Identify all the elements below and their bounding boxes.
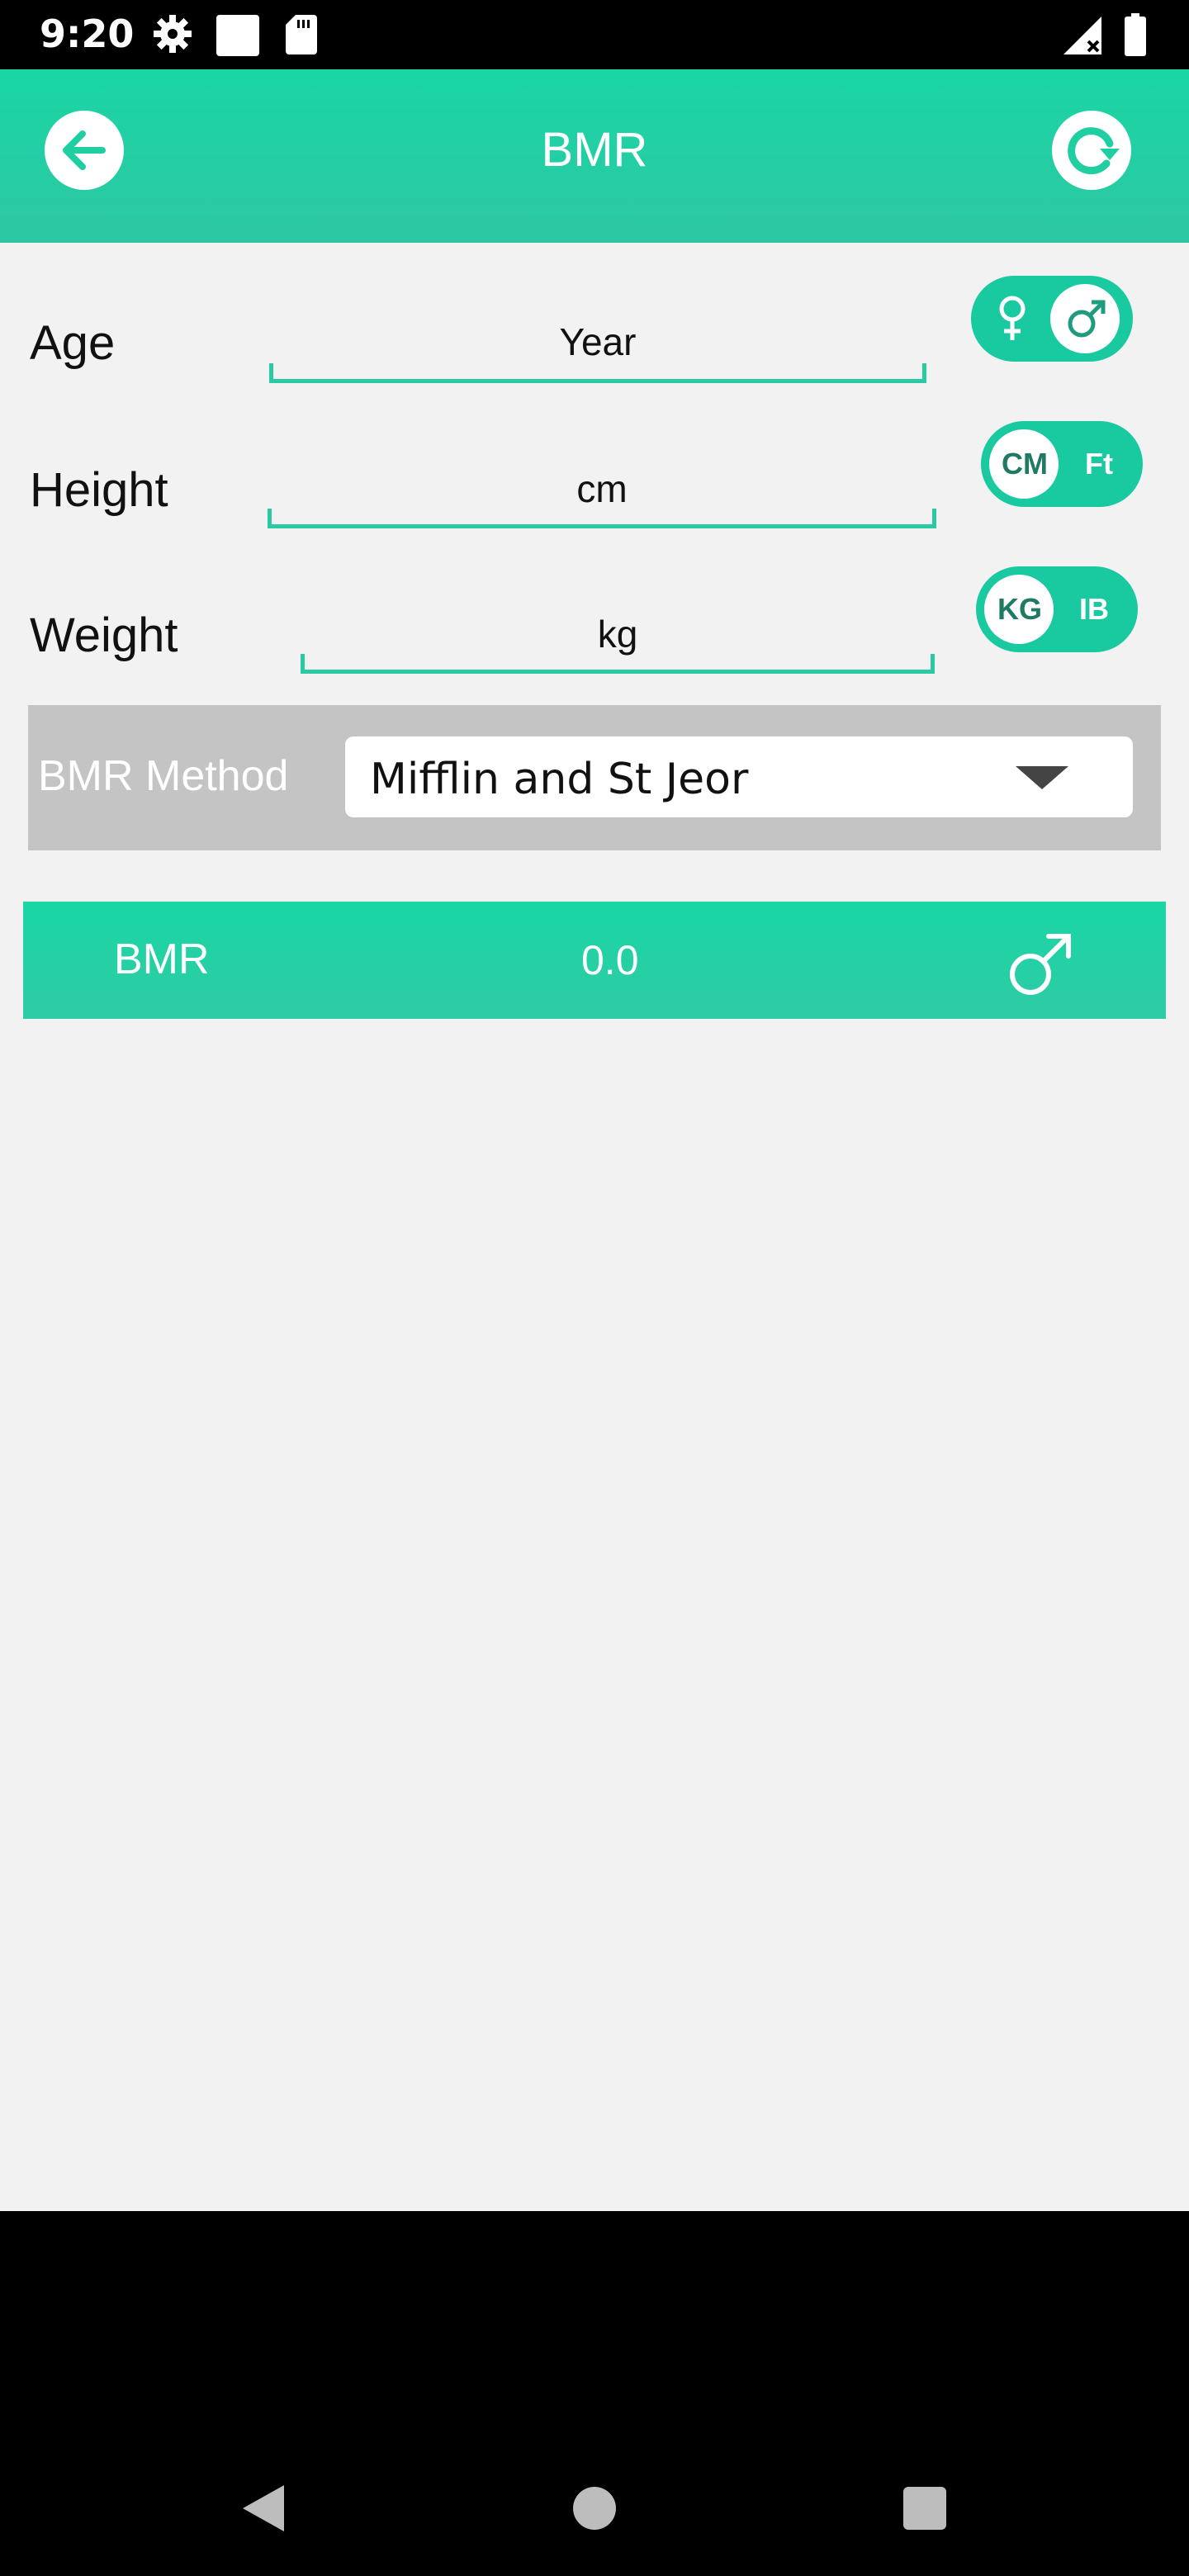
- bmr-result-bar: BMR 0.0: [23, 902, 1166, 1019]
- reset-button[interactable]: [1052, 111, 1131, 190]
- bmr-result-label: BMR: [114, 935, 210, 983]
- age-input[interactable]: Year: [269, 317, 926, 367]
- nav-home-button[interactable]: [573, 2487, 616, 2530]
- bmr-method-label: BMR Method: [38, 752, 289, 800]
- bmr-method-dropdown[interactable]: Mifflin and St Jeor: [345, 736, 1133, 817]
- height-row: Height cm CM Ft: [0, 421, 1189, 528]
- weight-input-underline: [301, 654, 935, 674]
- battery-icon: [1125, 13, 1146, 56]
- refresh-icon: [1068, 127, 1120, 175]
- male-icon: [1010, 934, 1071, 995]
- dropdown-arrow-icon: [1016, 766, 1068, 789]
- signal-icon: [1063, 17, 1101, 54]
- height-input[interactable]: cm: [268, 464, 936, 514]
- unit-kg-option[interactable]: KG: [979, 566, 1060, 652]
- unit-ib-option[interactable]: IB: [1054, 566, 1135, 652]
- bmr-method-value: Mifflin and St Jeor: [370, 755, 749, 804]
- bmr-method-box: BMR Method Mifflin and St Jeor: [28, 705, 1161, 850]
- height-label: Height: [30, 463, 168, 517]
- age-row: Age Year: [0, 276, 1189, 383]
- page-title: BMR: [541, 123, 648, 177]
- unit-cm-option[interactable]: CM: [984, 421, 1065, 507]
- unit-ft-option[interactable]: Ft: [1059, 421, 1139, 507]
- app-bar: BMR: [0, 69, 1189, 243]
- nav-back-icon[interactable]: [239, 2484, 286, 2533]
- notification-square-icon: [216, 15, 259, 56]
- content-area: Age Year Height cm CM Ft Weight kg KG IB…: [0, 243, 1189, 2211]
- gender-toggle[interactable]: [971, 276, 1133, 362]
- gear-icon: [154, 15, 192, 53]
- height-input-underline: [268, 509, 936, 528]
- weight-input[interactable]: kg: [301, 609, 935, 659]
- age-input-underline: [269, 363, 926, 383]
- weight-label: Weight: [30, 608, 178, 662]
- age-label: Age: [30, 316, 116, 370]
- weight-unit-toggle[interactable]: KG IB: [976, 566, 1138, 652]
- status-time: 9:20: [40, 12, 135, 56]
- bmr-result-value: 0.0: [581, 937, 639, 983]
- nav-recents-button[interactable]: [903, 2487, 946, 2530]
- status-bar: 9:20: [0, 0, 1189, 69]
- female-icon[interactable]: [996, 294, 1029, 343]
- system-nav-bar: [0, 2211, 1189, 2576]
- weight-row: Weight kg KG IB: [0, 566, 1189, 674]
- sd-card-icon: [286, 15, 317, 54]
- height-unit-toggle[interactable]: CM Ft: [981, 421, 1143, 507]
- male-icon[interactable]: [1063, 296, 1110, 342]
